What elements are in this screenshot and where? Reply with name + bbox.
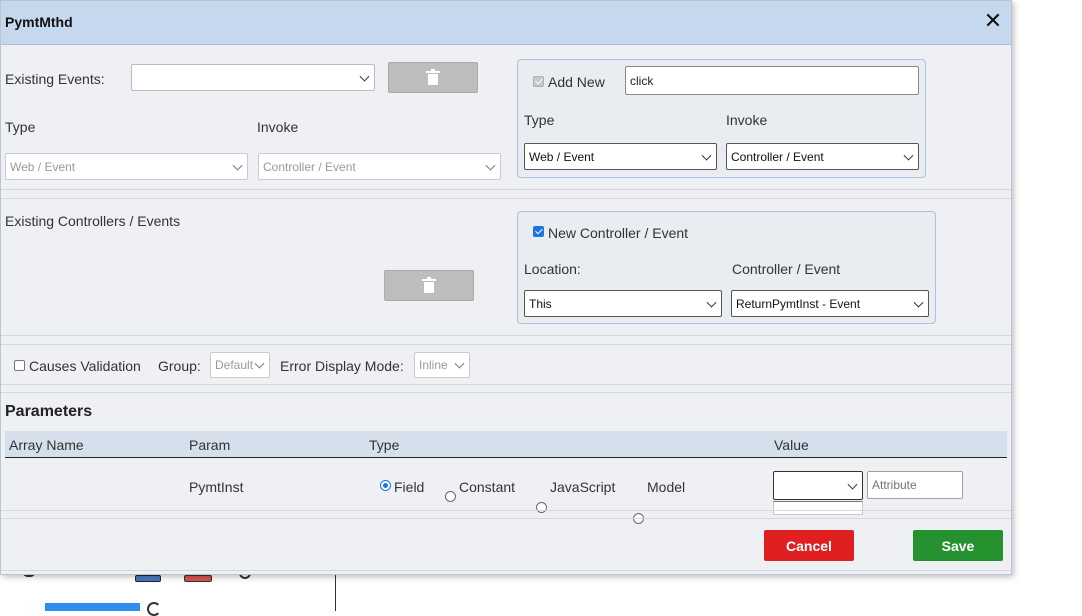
new-controller-checkbox[interactable] — [533, 226, 544, 237]
invoke-select[interactable]: Controller / Event — [258, 153, 501, 180]
controller-event-select[interactable]: ReturnPymtInst - Event — [731, 290, 929, 317]
add-new-invoke-label: Invoke — [726, 112, 768, 128]
causes-validation-label: Causes Validation — [29, 358, 141, 374]
section-divider — [1, 384, 1011, 385]
existing-events-select[interactable] — [131, 64, 375, 91]
background-icon — [135, 575, 161, 582]
column-header-param: Param — [189, 437, 231, 453]
section-divider — [1, 189, 1011, 190]
add-new-checkbox[interactable] — [533, 76, 544, 87]
parameters-table-header: Array Name Param Type Value — [5, 431, 1007, 458]
chevron-down-icon — [706, 297, 717, 308]
dialog-titlebar: PymtMthd ✕ — [1, 1, 1011, 45]
chevron-down-icon — [847, 479, 858, 490]
column-header-value: Value — [774, 437, 809, 453]
background-icon — [184, 575, 212, 582]
error-display-mode-select[interactable]: Inline — [414, 352, 470, 378]
add-new-type-value: Web / Event — [529, 149, 595, 164]
chevron-down-icon — [913, 297, 924, 308]
section-divider — [1, 392, 1011, 393]
background-divider — [335, 575, 336, 611]
add-new-label: Add New — [548, 74, 605, 90]
error-display-mode-value: Inline — [419, 358, 448, 372]
trash-icon — [422, 276, 436, 293]
section-divider — [1, 198, 1011, 199]
type-label: Type — [5, 119, 36, 135]
section-divider — [1, 335, 1011, 336]
section-divider — [1, 570, 1011, 571]
chevron-down-icon — [359, 71, 370, 82]
add-new-invoke-value: Controller / Event — [731, 149, 824, 164]
event-name-input[interactable]: click — [625, 66, 919, 95]
parameters-title: Parameters — [5, 403, 93, 420]
column-header-array-name: Array Name — [9, 437, 84, 453]
chevron-down-icon — [232, 160, 243, 171]
location-value: This — [529, 296, 552, 311]
type-radio-field-label: Field — [394, 479, 425, 495]
value-dropdown-list[interactable] — [773, 501, 863, 515]
chevron-down-icon — [903, 150, 914, 161]
type-radio-field[interactable] — [380, 480, 391, 491]
group-value: Default — [215, 358, 254, 372]
close-icon[interactable]: ✕ — [983, 10, 1003, 32]
type-radio-constant[interactable] — [445, 491, 456, 502]
dialog-title: PymtMthd — [5, 14, 73, 30]
group-select[interactable]: Default — [210, 352, 270, 378]
trash-icon — [426, 68, 440, 85]
add-new-invoke-select[interactable]: Controller / Event — [726, 143, 919, 170]
type-radio-model-label: Model — [647, 479, 686, 495]
invoke-label: Invoke — [257, 119, 299, 135]
delete-controller-button[interactable] — [384, 270, 474, 301]
add-new-type-label: Type — [524, 112, 555, 128]
add-new-type-select[interactable]: Web / Event — [524, 143, 717, 170]
controller-event-value: ReturnPymtInst - Event — [736, 296, 861, 311]
value-select[interactable] — [773, 471, 863, 500]
delete-event-button[interactable] — [388, 62, 478, 93]
cancel-button[interactable]: Cancel — [764, 530, 854, 561]
type-select-value: Web / Event — [10, 159, 76, 174]
controller-event-label: Controller / Event — [732, 261, 841, 277]
chevron-down-icon — [701, 150, 712, 161]
new-controller-label: New Controller / Event — [548, 225, 689, 241]
new-controller-panel: New Controller / Event Location: Control… — [517, 211, 936, 324]
chevron-down-icon — [485, 160, 496, 171]
save-button[interactable]: Save — [913, 530, 1003, 561]
section-divider — [1, 510, 1011, 511]
location-select[interactable]: This — [524, 290, 722, 317]
existing-events-label: Existing Events: — [5, 71, 105, 87]
invoke-select-value: Controller / Event — [263, 159, 356, 174]
existing-controllers-label: Existing Controllers / Events — [5, 213, 181, 229]
section-divider — [1, 518, 1011, 519]
chevron-down-icon — [254, 358, 265, 369]
attribute-input[interactable] — [867, 471, 963, 499]
chevron-down-icon — [454, 358, 465, 369]
group-label: Group: — [158, 358, 201, 374]
type-radio-javascript-label: JavaScript — [550, 479, 616, 495]
location-label: Location: — [524, 261, 581, 277]
refresh-icon — [147, 602, 161, 616]
type-radio-javascript[interactable] — [536, 502, 547, 513]
error-display-mode-label: Error Display Mode: — [280, 358, 404, 374]
param-cell: PymtInst — [189, 479, 244, 495]
column-header-type: Type — [369, 437, 400, 453]
dialog: PymtMthd ✕ Existing Events: Type Invoke … — [0, 0, 1012, 575]
section-divider — [1, 344, 1011, 345]
background-button — [45, 603, 140, 611]
type-radio-constant-label: Constant — [459, 479, 516, 495]
causes-validation-checkbox[interactable] — [14, 360, 25, 371]
add-new-panel: Add New click Type Invoke Web / Event Co… — [517, 59, 926, 178]
type-select[interactable]: Web / Event — [5, 153, 248, 180]
